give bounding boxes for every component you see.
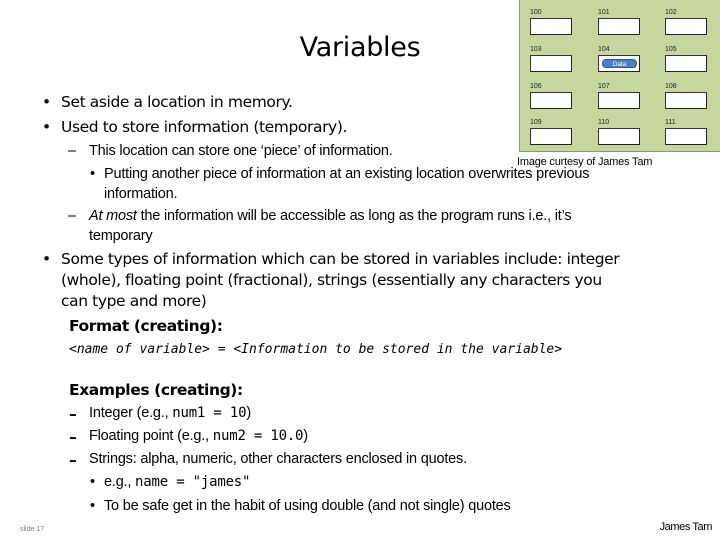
memory-cell: 102 bbox=[665, 8, 709, 35]
dash-icon: – bbox=[69, 428, 77, 446]
memory-cell: 106 bbox=[530, 82, 574, 109]
memory-cell: 104 Data bbox=[598, 45, 642, 72]
format-syntax: <name of variable> = <Information to be … bbox=[69, 342, 563, 357]
string-tip: To be safe get in the habit of using dou… bbox=[104, 498, 511, 514]
example-float: Floating point (e.g., num2 = 10.0) bbox=[89, 428, 308, 444]
memory-cell: 107 bbox=[598, 82, 642, 109]
example-integer: Integer (e.g., num1 = 10) bbox=[89, 405, 251, 421]
bullet-text-cont: (whole), floating point (fractional), st… bbox=[61, 271, 602, 289]
bullet-text: Used to store information (temporary). bbox=[61, 118, 347, 136]
bullet-icon: • bbox=[42, 250, 51, 268]
memory-cell: 103 bbox=[530, 45, 574, 72]
dash-icon: – bbox=[69, 451, 77, 469]
sub-sub-bullet-text: Putting another piece of information at … bbox=[104, 166, 590, 182]
dash-icon: – bbox=[69, 405, 77, 423]
memory-cell: 100 bbox=[530, 8, 574, 35]
memory-cell: 111 bbox=[665, 118, 709, 145]
examples-heading: Examples (creating): bbox=[69, 381, 243, 399]
example-string: Strings: alpha, numeric, other character… bbox=[89, 451, 467, 467]
bullet-icon: • bbox=[90, 166, 95, 182]
slide-number: slide 17 bbox=[20, 526, 45, 533]
memory-cell: 105 bbox=[665, 45, 709, 72]
bullet-icon: • bbox=[90, 474, 95, 490]
memory-cell: 108 bbox=[665, 82, 709, 109]
memory-cell: 101 bbox=[598, 8, 642, 35]
bullet-icon: • bbox=[42, 118, 51, 136]
memory-cell: 110 bbox=[598, 118, 642, 145]
author-footer: James Tam bbox=[659, 521, 713, 533]
memory-diagram: 100 101 102 103 104 Data 105 106 107 108 … bbox=[519, 0, 720, 152]
bullet-text: Some types of information which can be s… bbox=[61, 250, 620, 268]
bullet-icon: • bbox=[42, 93, 51, 111]
sub-bullet-text: At most the information will be accessib… bbox=[89, 208, 572, 224]
memory-cell: 109 bbox=[530, 118, 574, 145]
bullet-icon: • bbox=[90, 498, 95, 514]
bullet-text: Set aside a location in memory. bbox=[61, 93, 293, 111]
dash-icon: – bbox=[68, 208, 76, 224]
string-example: e.g., name = "james" bbox=[104, 474, 251, 490]
sub-bullet-text: This location can store one ‘piece’ of i… bbox=[89, 143, 393, 159]
dash-icon: – bbox=[68, 143, 76, 159]
data-badge: Data bbox=[602, 59, 637, 68]
sub-bullet-text-cont: temporary bbox=[89, 228, 153, 244]
sub-sub-bullet-text-cont: information. bbox=[104, 186, 178, 202]
format-heading: Format (creating): bbox=[69, 317, 223, 335]
bullet-text-cont: can type and more) bbox=[61, 292, 207, 310]
